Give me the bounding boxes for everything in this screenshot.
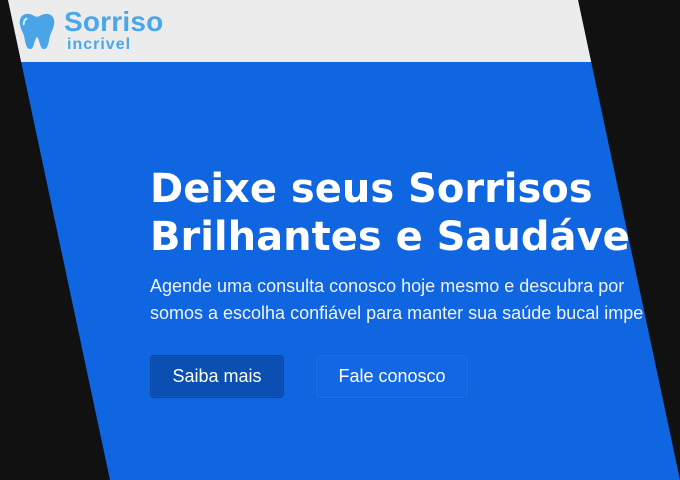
hero-actions: Saiba mais Fale conosco [150, 355, 468, 398]
brand-name: Sorriso [64, 6, 164, 37]
contact-button[interactable]: Fale conosco [316, 355, 468, 398]
brand-logo[interactable]: Sorriso incrivel [18, 8, 163, 53]
learn-more-button[interactable]: Saiba mais [150, 355, 284, 398]
hero-title-line-1: Deixe seus Sorrisos [150, 166, 593, 212]
tooth-icon [19, 13, 55, 49]
brand-subtitle: incrivel [67, 36, 132, 53]
hero-subtitle: Agende uma consulta conosco hoje mesmo e… [150, 273, 670, 327]
hero-subtitle-line-2: somos a escolha confiável para manter su… [150, 303, 644, 323]
site-header: Sorriso incrivel [8, 0, 680, 62]
hero-subtitle-line-1: Agende uma consulta conosco hoje mesmo e… [150, 276, 625, 296]
hero-title: Deixe seus Sorrisos Brilhantes e Saudáve… [150, 165, 670, 261]
brand-wordmark: Sorriso incrivel [64, 8, 163, 53]
landing-page: Sorriso incrivel Deixe seus Sorrisos Bri… [8, 0, 680, 480]
hero-section: Deixe seus Sorrisos Brilhantes e Saudáve… [150, 165, 670, 327]
hero-title-line-2: Brilhantes e Saudáveis [150, 214, 668, 260]
screenshot-stage: Sorriso incrivel Deixe seus Sorrisos Bri… [0, 0, 680, 480]
